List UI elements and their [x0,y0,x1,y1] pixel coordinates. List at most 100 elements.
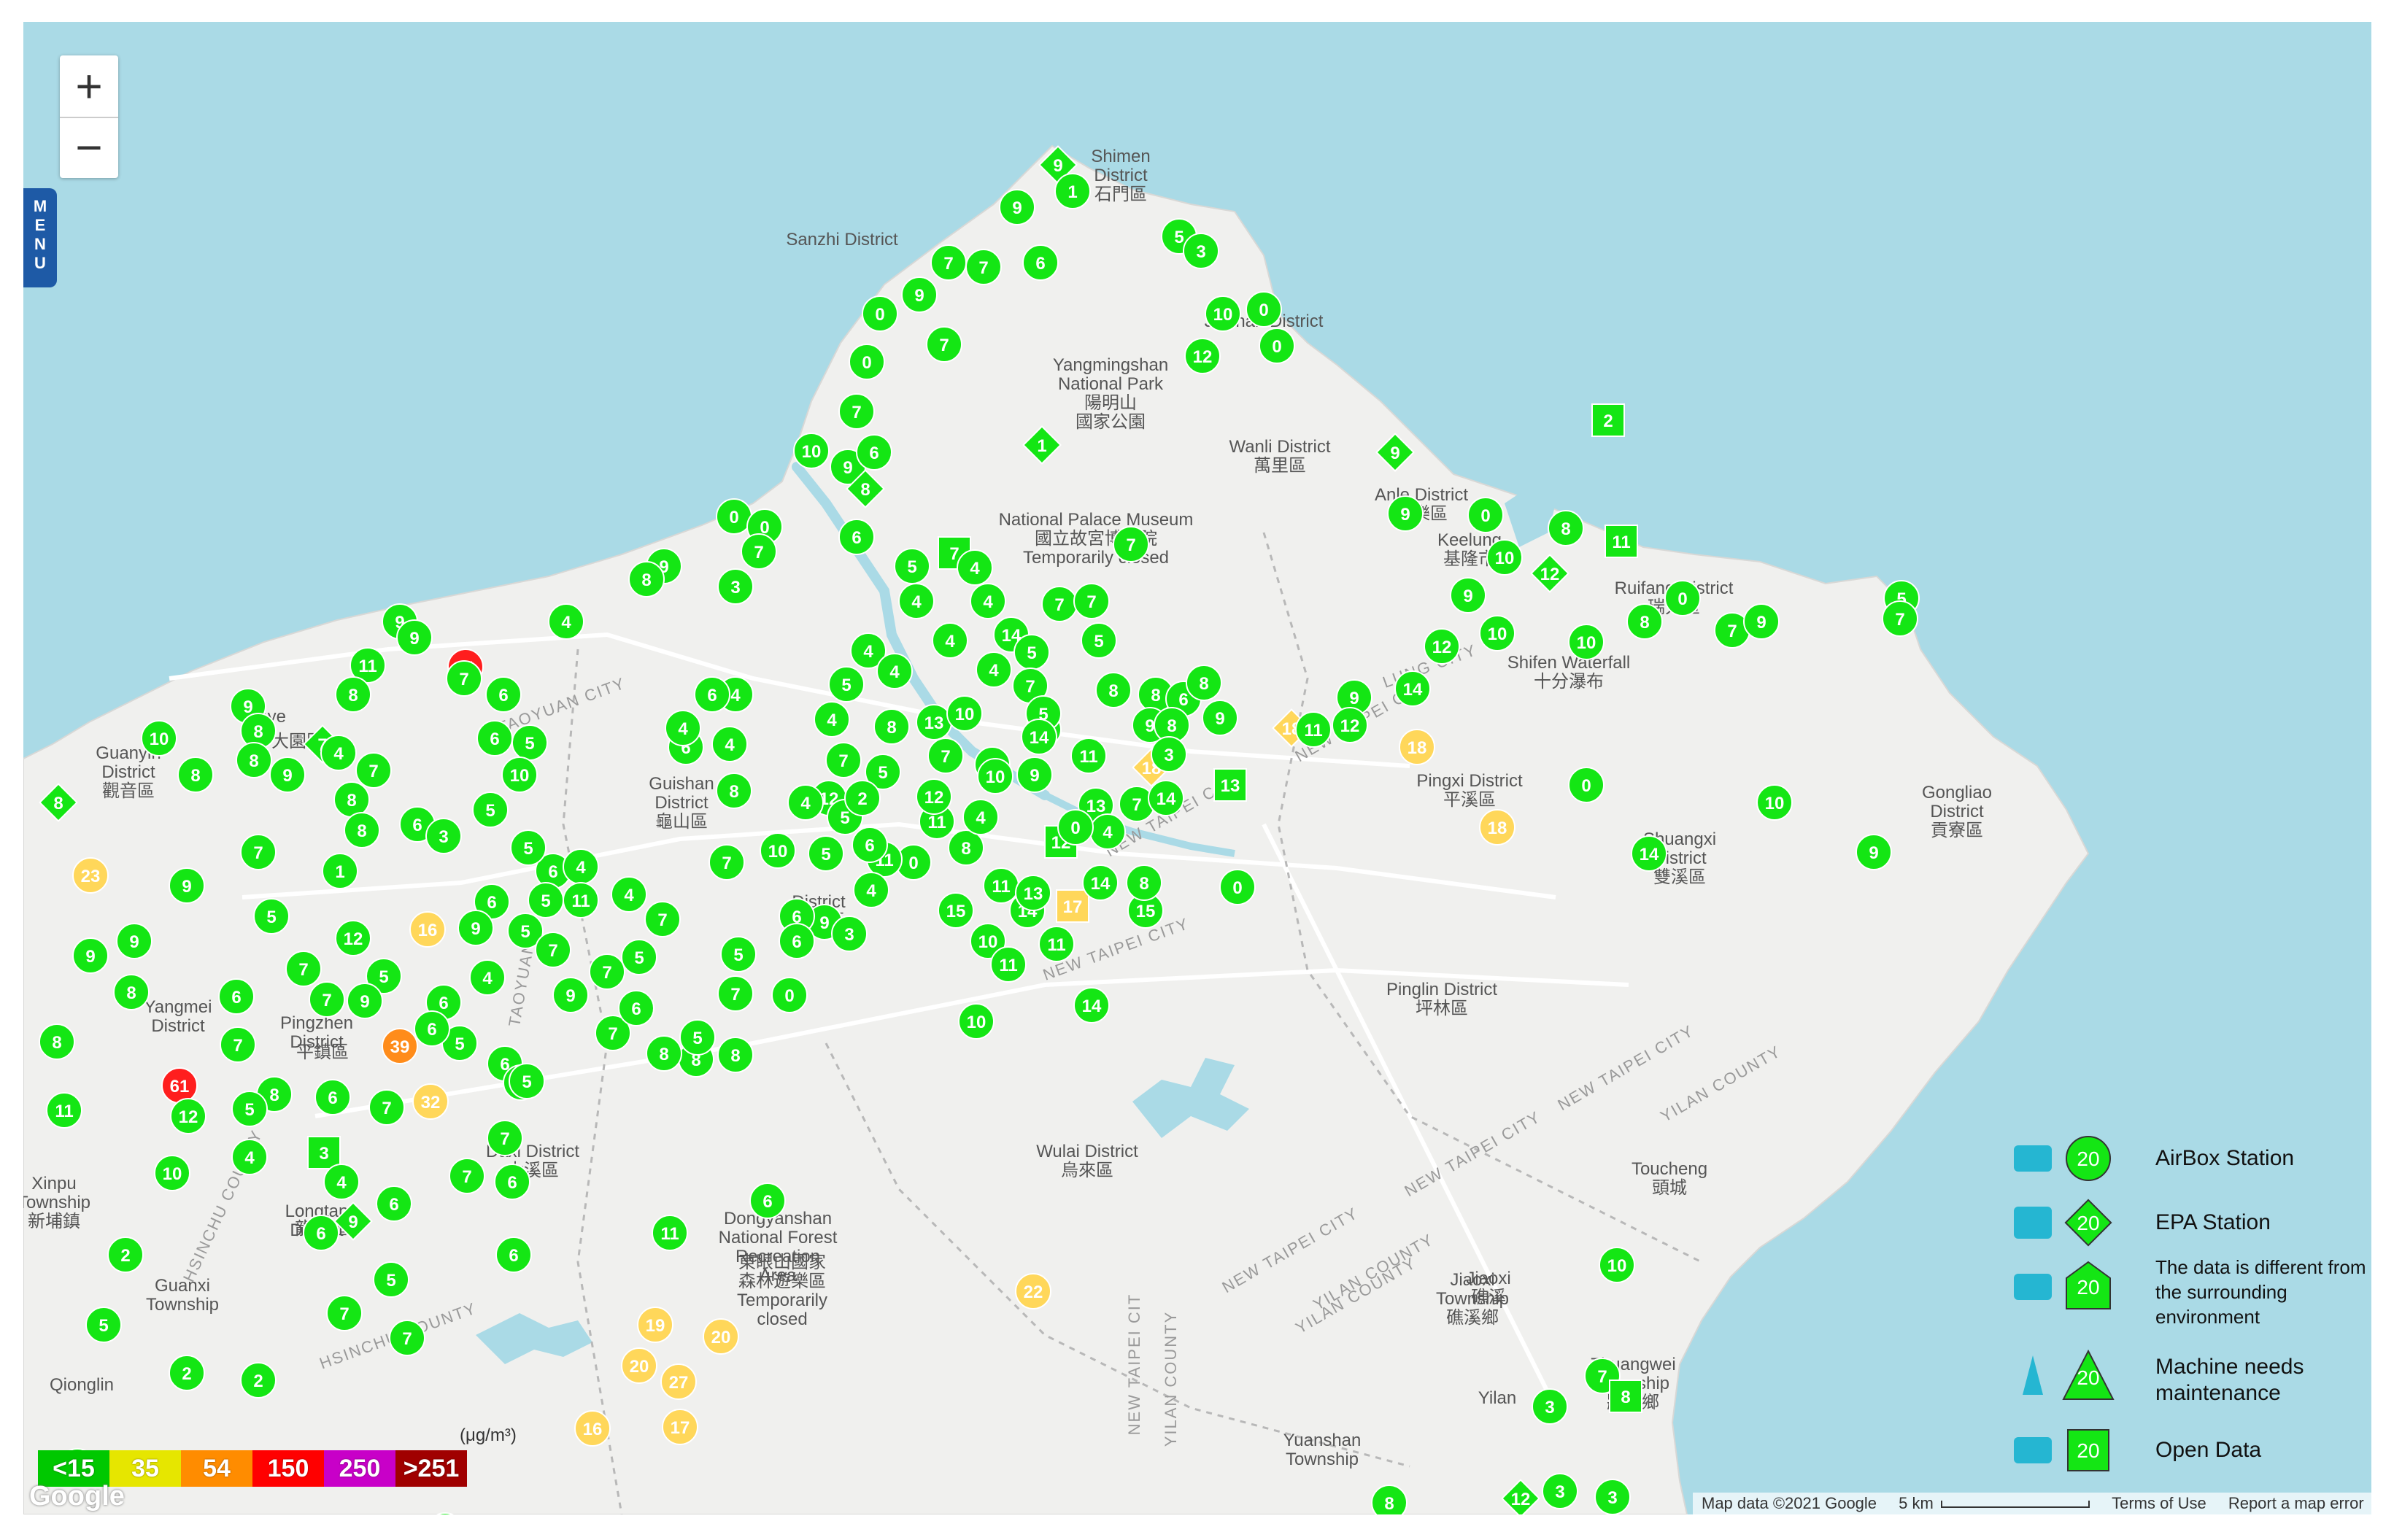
station-marker[interactable]: 11 [652,1215,688,1251]
station-marker[interactable]: 5 [373,1261,409,1298]
station-marker[interactable]: 4 [711,726,748,762]
station-marker[interactable]: 7 [446,660,482,697]
station-marker[interactable]: 10 [1479,615,1515,651]
station-marker[interactable]: 17 [662,1409,698,1445]
station-marker[interactable]: 3 [717,568,754,605]
station-marker[interactable]: 7 [449,1158,485,1194]
station-marker[interactable]: 4 [932,622,968,659]
station-marker[interactable]: 5 [828,666,865,703]
station-marker[interactable]: 8 [1095,672,1132,708]
station-marker[interactable]: 5 [621,939,657,975]
station-marker[interactable]: 4 [853,872,889,908]
station-marker[interactable]: 6 [218,978,255,1015]
station-marker[interactable]: 1 [1054,173,1091,209]
station-marker[interactable]: 6 [749,1183,786,1219]
station-marker[interactable]: 3 [307,1136,341,1169]
station-marker[interactable]: 12 [335,920,371,956]
station-marker[interactable]: 5 [253,898,290,935]
station-marker[interactable]: 4 [957,549,993,586]
station-marker[interactable]: 6 [376,1185,412,1222]
station-marker[interactable]: 8 [1126,864,1162,901]
station-marker[interactable]: 27 [660,1363,697,1400]
station-marker[interactable]: 4 [469,959,506,996]
station-marker[interactable]: 6 [495,1237,532,1273]
station-marker[interactable]: 18 [1479,809,1515,846]
station-marker[interactable]: 7 [309,981,345,1018]
station-marker[interactable]: 10 [501,757,538,793]
station-marker[interactable]: 14 [1082,864,1119,901]
station-marker[interactable]: 6 [314,1079,351,1115]
station-marker[interactable]: 13 [1015,875,1051,911]
station-marker[interactable]: 0 [1246,291,1282,328]
station-marker[interactable]: 7 [965,249,1002,285]
station-marker[interactable]: 6 [779,923,815,959]
station-marker[interactable]: 3 [1183,233,1219,269]
station-marker[interactable]: 12 [170,1098,206,1134]
station-marker[interactable]: 4 [548,603,584,640]
station-marker[interactable]: 7 [535,932,571,968]
station-marker[interactable]: 8 [646,1035,682,1072]
station-marker[interactable]: 7 [368,1089,405,1126]
station-marker[interactable]: 4 [320,735,357,771]
station-marker[interactable]: 7 [1073,583,1110,619]
station-marker[interactable]: 5 [808,835,844,872]
station-marker[interactable]: 0 [1057,809,1094,846]
station-marker[interactable]: 7 [644,901,681,937]
station-marker[interactable]: 18 [1399,729,1435,765]
station-marker[interactable]: 0 [771,977,808,1013]
station-marker[interactable]: 7 [589,953,625,990]
station-marker[interactable]: 10 [946,695,983,732]
report-link[interactable]: Report a map error [2228,1494,2364,1512]
station-marker[interactable]: 4 [976,651,1012,688]
station-marker[interactable]: 6 [414,1010,450,1047]
station-marker[interactable]: 9 [1743,603,1780,640]
station-marker[interactable]: 5 [1013,634,1050,670]
station-marker[interactable]: 22 [1015,1273,1051,1309]
station-marker[interactable]: 7 [355,752,392,789]
station-marker[interactable]: 6 [856,434,892,471]
station-marker[interactable]: 9 [901,276,938,313]
station-marker[interactable]: 4 [962,799,999,835]
station-marker[interactable]: 6 [303,1215,339,1251]
station-marker[interactable]: 4 [563,848,599,885]
station-marker[interactable]: 4 [898,583,935,619]
station-marker[interactable]: 3 [831,916,868,952]
station-marker[interactable]: 5 [472,792,509,828]
station-marker[interactable]: 19 [637,1307,673,1343]
station-marker[interactable]: 3 [1594,1479,1631,1514]
station-marker[interactable]: 8 [1609,1380,1642,1413]
station-marker[interactable]: 8 [948,829,984,866]
station-marker[interactable]: 12 [1184,338,1221,374]
station-marker[interactable]: 6 [694,676,730,713]
station-marker[interactable]: 8 [236,742,272,778]
station-marker[interactable]: 5 [1081,622,1117,659]
station-marker[interactable]: 6 [838,519,875,555]
station-marker[interactable]: 8 [344,812,380,848]
station-marker[interactable]: 1 [322,853,358,889]
station-marker[interactable]: 6 [476,720,513,757]
station-marker[interactable]: 4 [970,583,1006,619]
station-marker[interactable]: 5 [894,548,930,584]
station-marker[interactable]: 4 [323,1164,360,1200]
station-marker[interactable]: 0 [1664,580,1701,616]
station-marker[interactable]: 8 [717,1037,754,1073]
station-marker[interactable]: 9 [1016,757,1053,793]
station-marker[interactable]: 9 [999,189,1035,225]
station-marker[interactable]: 7 [825,742,862,778]
station-marker[interactable]: 8 [628,561,665,597]
station-marker[interactable]: 8 [1626,603,1663,640]
station-marker[interactable]: 14 [1631,835,1667,872]
station-marker[interactable]: 6 [485,676,522,713]
station-marker[interactable]: 9 [347,983,383,1019]
station-marker[interactable]: 3 [1532,1388,1568,1425]
station-marker[interactable]: 4 [814,701,850,738]
station-marker[interactable]: 7 [326,1295,363,1331]
station-marker[interactable]: 20 [621,1347,657,1384]
station-marker[interactable]: 10 [958,1003,995,1040]
station-marker[interactable]: 3 [425,818,462,854]
station-marker[interactable]: 11 [1605,525,1638,558]
terms-link[interactable]: Terms of Use [2112,1494,2206,1512]
station-marker[interactable]: 39 [382,1028,418,1064]
station-marker[interactable]: 5 [231,1091,268,1127]
station-marker[interactable]: 0 [1219,869,1256,905]
